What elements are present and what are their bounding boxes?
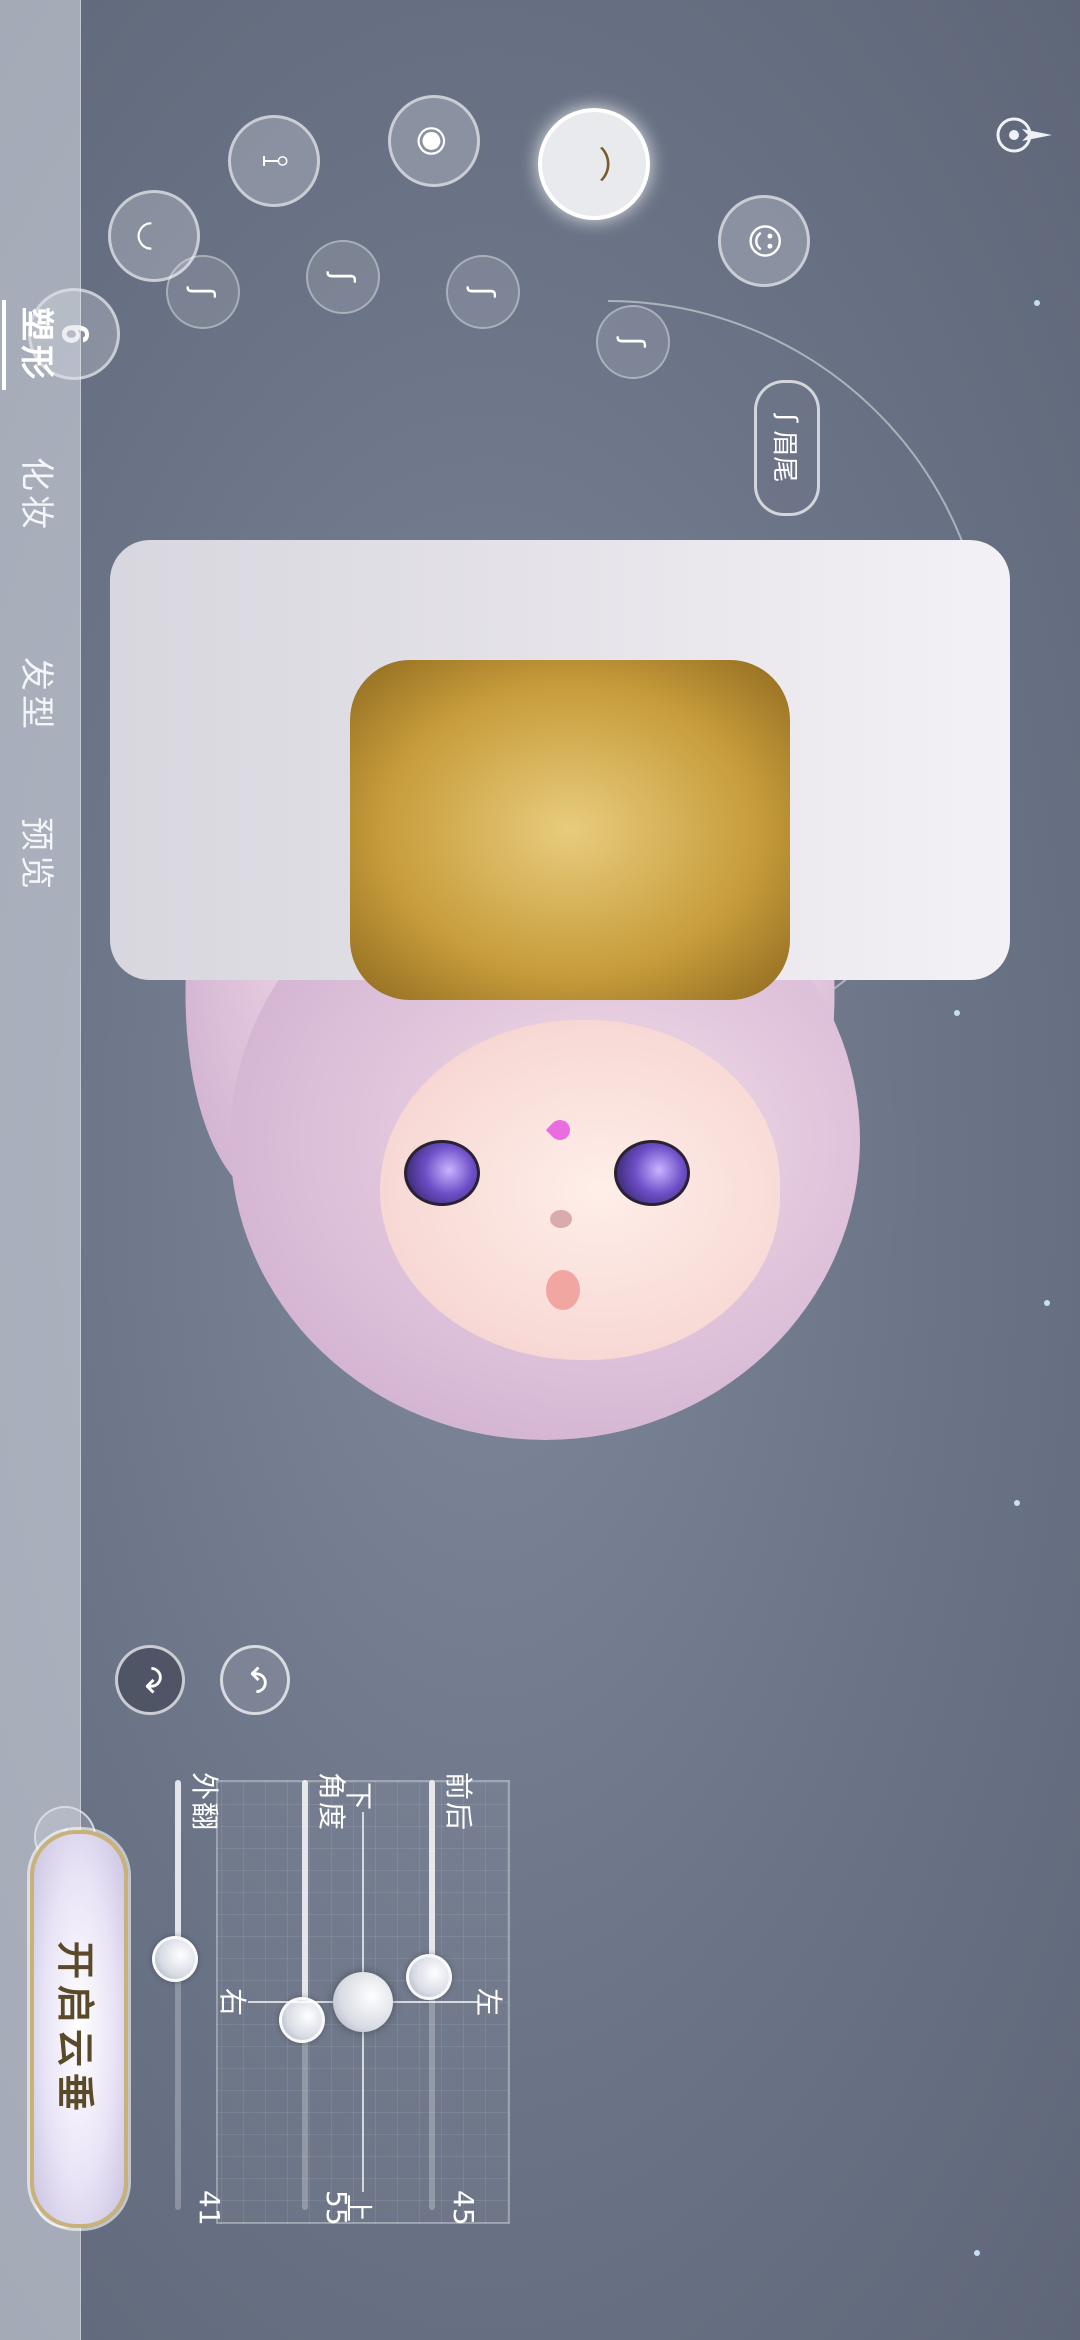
character-model [110,540,1010,1640]
pad-label-left: 下 [342,1782,375,1811]
tab-preview[interactable]: 预览 [0,780,80,930]
eye-icon[interactable]: ◉ [388,95,480,187]
game-logo-icon [986,100,1056,170]
tab-shaping[interactable]: 塑形 [0,270,80,420]
pad-label-down: 右 [216,1988,249,2017]
slider-fill [175,1780,181,1957]
pad-label-right: 上 [342,2193,375,2222]
eyebrow-shape-1-icon[interactable]: ʃ [166,255,240,329]
redo-button[interactable]: ↶ [220,1645,290,1715]
sparkle [974,2250,980,2256]
eyebrow-shape-2-icon[interactable]: ʃ [306,240,380,314]
pad-knob[interactable] [333,1972,393,2032]
tab-hairstyle[interactable]: 发型 [0,620,80,770]
current-part-label[interactable]: ʃ 眉尾 [754,380,820,516]
sparkle [1034,300,1040,306]
position-pad[interactable]: 左 右 下 上 [216,1780,510,2224]
game-stage: 𝟔 ◡ ⟟ ◉ ⌒ ☺ ʃ ʃ ʃ ʃ ʃ 眉尾 ↷ ↶ 前后 角度 外翻 [0,0,1080,2340]
cloud-start-button[interactable]: 开启云垂 [30,1830,128,2228]
eyebrow-shape-4-icon[interactable]: ʃ [596,305,670,379]
sparkle [1014,1500,1020,1506]
eyebrow-shape-3-icon[interactable]: ʃ [446,255,520,329]
eyebrow-icon[interactable]: ⌒ [538,108,650,220]
nose-icon[interactable]: ⟟ [228,115,320,207]
sparkle [1044,1300,1050,1306]
undo-icon: ↷ [130,1665,170,1695]
slider-knob-flip[interactable] [152,1936,198,1983]
current-part-text: 眉尾 [769,430,800,483]
tab-makeup[interactable]: 化妆 [0,420,80,570]
pad-label-up: 左 [472,1988,505,2017]
eyebrow-tail-icon: ʃ [772,413,802,423]
undo-button[interactable]: ↷ [115,1645,185,1715]
face-icon[interactable]: ☺ [718,195,810,287]
redo-icon: ↶ [235,1665,275,1695]
